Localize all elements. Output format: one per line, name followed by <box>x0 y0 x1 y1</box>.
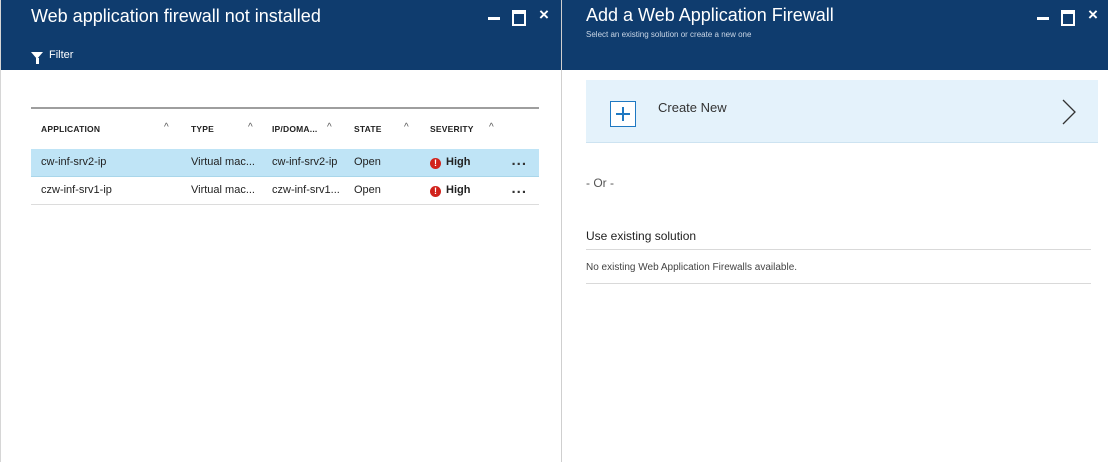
cell-state: Open <box>354 184 381 196</box>
error-icon: ! <box>430 186 441 197</box>
maximize-icon[interactable] <box>1061 6 1075 26</box>
more-options-icon[interactable]: ... <box>511 152 527 169</box>
severity-label: High <box>446 184 471 196</box>
close-icon[interactable]: × <box>1086 6 1100 24</box>
more-options-icon[interactable]: ... <box>511 180 527 197</box>
blade-header: Add a Web Application Firewall Select an… <box>562 0 1108 70</box>
table-row[interactable]: cw-inf-srv2-ip Virtual mac... cw-inf-srv… <box>31 149 539 177</box>
cell-type: Virtual mac... <box>191 156 255 168</box>
sort-icon[interactable]: ^ <box>404 122 409 133</box>
table-row[interactable]: czw-inf-srv1-ip Virtual mac... czw-inf-s… <box>31 177 539 205</box>
cell-ip-domain: czw-inf-srv1... <box>272 184 340 196</box>
close-icon[interactable]: × <box>537 6 551 24</box>
filter-button[interactable]: Filter <box>31 49 74 64</box>
column-header-ip-domain[interactable]: IP/DOMA... <box>272 124 317 134</box>
maximize-icon[interactable] <box>512 6 526 26</box>
sort-icon[interactable]: ^ <box>489 122 494 133</box>
divider <box>586 283 1091 284</box>
filter-label: Filter <box>49 49 74 61</box>
cell-application: cw-inf-srv2-ip <box>41 156 107 168</box>
column-header-type[interactable]: TYPE <box>191 124 214 134</box>
sort-icon[interactable]: ^ <box>248 122 253 133</box>
window-controls: × <box>487 6 551 26</box>
or-separator: - Or - <box>586 176 614 190</box>
divider <box>586 249 1091 250</box>
plus-icon <box>610 101 636 127</box>
window-controls: × <box>1036 6 1100 26</box>
create-new-label: Create New <box>658 100 727 115</box>
grid-header: APPLICATION ^ TYPE ^ IP/DOMA... ^ STATE … <box>31 109 539 149</box>
blade-header: Web application firewall not installed ×… <box>1 0 561 70</box>
severity-label: High <box>446 156 471 168</box>
filter-icon <box>31 51 43 64</box>
application-grid: APPLICATION ^ TYPE ^ IP/DOMA... ^ STATE … <box>31 107 539 205</box>
blade-waf-not-installed: Web application firewall not installed ×… <box>0 0 561 462</box>
minimize-icon[interactable] <box>1036 6 1050 24</box>
column-header-severity[interactable]: SEVERITY <box>430 124 474 134</box>
column-header-state[interactable]: STATE <box>354 124 382 134</box>
error-icon: ! <box>430 158 441 169</box>
minimize-icon[interactable] <box>487 6 501 24</box>
chevron-right-icon <box>1062 99 1076 125</box>
blade-title: Web application firewall not installed <box>31 6 321 26</box>
cell-severity: ! High <box>430 156 470 169</box>
section-title-existing: Use existing solution <box>586 229 697 243</box>
cell-state: Open <box>354 156 381 168</box>
cell-application: czw-inf-srv1-ip <box>41 184 112 196</box>
blade-add-waf: Add a Web Application Firewall Select an… <box>561 0 1108 462</box>
create-new-button[interactable]: Create New <box>586 80 1098 143</box>
blade-subtitle: Select an existing solution or create a … <box>586 30 752 39</box>
sort-icon[interactable]: ^ <box>327 122 332 133</box>
column-header-application[interactable]: APPLICATION <box>41 124 100 134</box>
cell-ip-domain: cw-inf-srv2-ip <box>272 156 338 168</box>
blade-title: Add a Web Application Firewall <box>586 5 834 25</box>
cell-type: Virtual mac... <box>191 184 255 196</box>
sort-icon[interactable]: ^ <box>164 122 169 133</box>
empty-state-message: No existing Web Application Firewalls av… <box>586 262 798 273</box>
cell-severity: ! High <box>430 184 470 197</box>
